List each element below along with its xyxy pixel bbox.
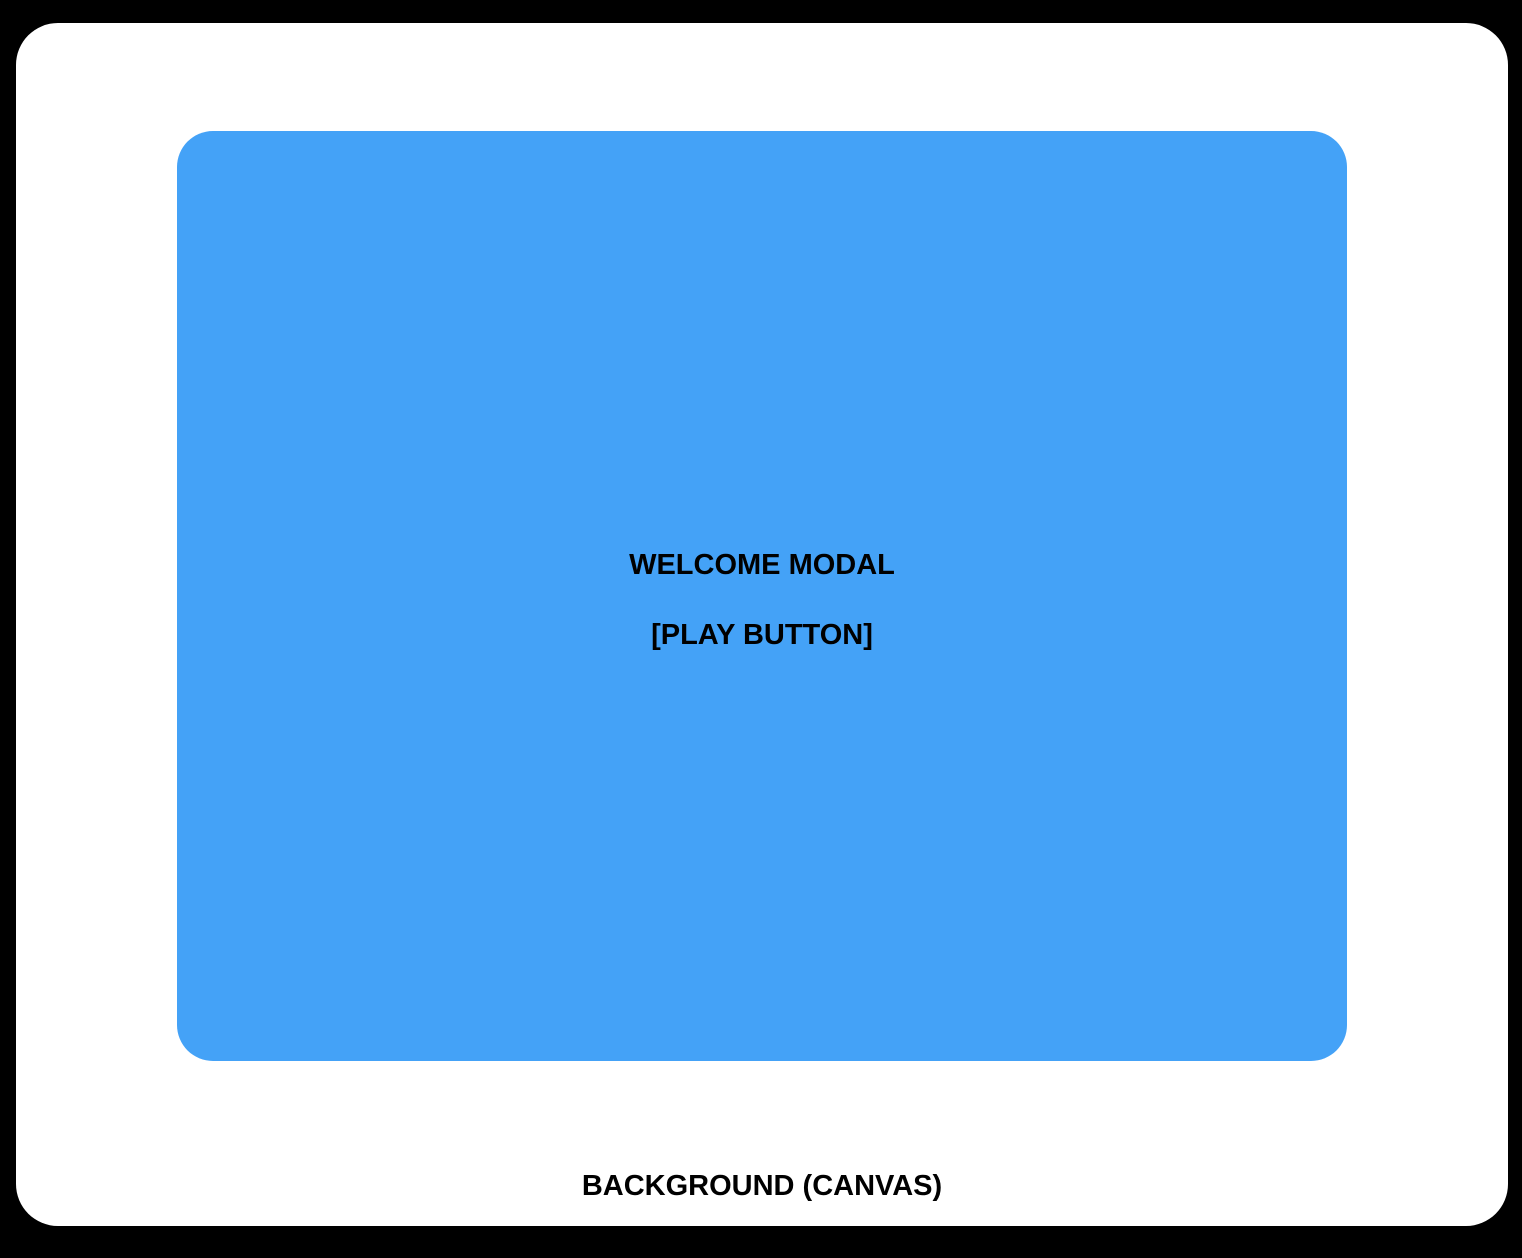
- modal-title: WELCOME MODAL: [629, 549, 895, 581]
- play-button[interactable]: [PLAY BUTTON]: [651, 618, 873, 652]
- canvas-label: BACKGROUND (CANVAS): [581, 1170, 943, 1202]
- background-canvas: WELCOME MODAL [PLAY BUTTON] BACKGROUND (…: [16, 23, 1508, 1226]
- welcome-modal: WELCOME MODAL [PLAY BUTTON]: [177, 131, 1347, 1061]
